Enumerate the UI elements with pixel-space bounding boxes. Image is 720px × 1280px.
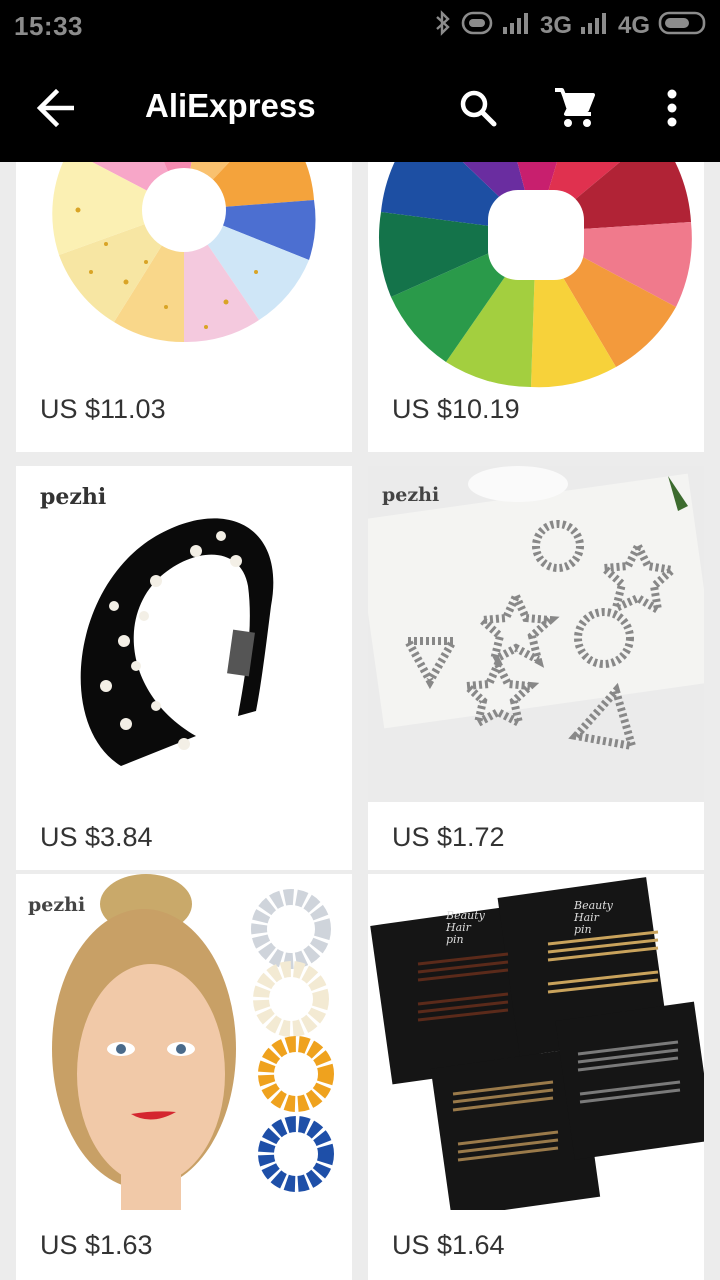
battery-icon — [658, 9, 708, 44]
product-image: Beauty Hair pin Beauty Hair pin — [368, 874, 704, 1210]
search-icon — [460, 90, 497, 127]
arrow-back-icon — [36, 88, 74, 128]
product-image — [368, 152, 704, 392]
status-bar: 15:33 3G 4G — [0, 0, 720, 54]
product-grid: US $11.03 US $10.19 pezhi US $3.84 pezhi… — [0, 152, 720, 1280]
card-label: Beauty Hair pin — [574, 899, 613, 936]
product-price: US $3.84 — [40, 822, 153, 852]
product-image: pezhi — [16, 466, 352, 802]
status-icons: 3G 4G — [434, 9, 708, 44]
brand-mark: pezhi — [28, 894, 86, 916]
cart-icon — [555, 88, 595, 127]
product-card[interactable]: pezhi US $1.72 — [368, 466, 704, 870]
more-options-button[interactable] — [646, 82, 698, 134]
product-image: pezhi — [368, 466, 704, 802]
product-image: pezhi — [16, 874, 352, 1210]
product-image — [16, 152, 352, 362]
cart-button[interactable] — [549, 82, 601, 134]
toolbar: AliExpress — [0, 54, 720, 162]
signal-icon-2 — [580, 11, 610, 42]
product-card[interactable]: Beauty Hair pin Beauty Hair pin US $1.64 — [368, 874, 704, 1280]
bluetooth-icon — [434, 9, 452, 44]
status-time: 15:33 — [14, 11, 83, 41]
product-price: US $1.63 — [40, 1230, 153, 1260]
product-card[interactable]: US $10.19 — [368, 152, 704, 452]
card-label: Beauty Hair pin — [446, 909, 485, 946]
network-type-1: 3G — [539, 12, 572, 39]
signal-icon-1 — [502, 11, 532, 42]
product-price: US $1.64 — [392, 1230, 505, 1260]
product-card[interactable]: pezhi US $3.84 — [16, 466, 352, 870]
screen: 15:33 3G 4G AliExpress US $11.03 US $10.… — [0, 0, 720, 1280]
product-price: US $10.19 — [392, 394, 520, 424]
more-vert-icon — [667, 89, 677, 127]
product-price: US $1.72 — [392, 822, 505, 852]
product-price: US $11.03 — [40, 394, 166, 424]
app-header: 15:33 3G 4G AliExpress — [0, 0, 720, 162]
back-button[interactable] — [30, 82, 82, 134]
search-button[interactable] — [452, 82, 504, 134]
network-type-2: 4G — [617, 12, 650, 39]
product-card[interactable]: US $11.03 — [16, 152, 352, 452]
vibrate-icon — [460, 10, 494, 43]
app-title: AliExpress — [145, 87, 316, 124]
product-card[interactable]: pezhi US $1.63 — [16, 874, 352, 1280]
